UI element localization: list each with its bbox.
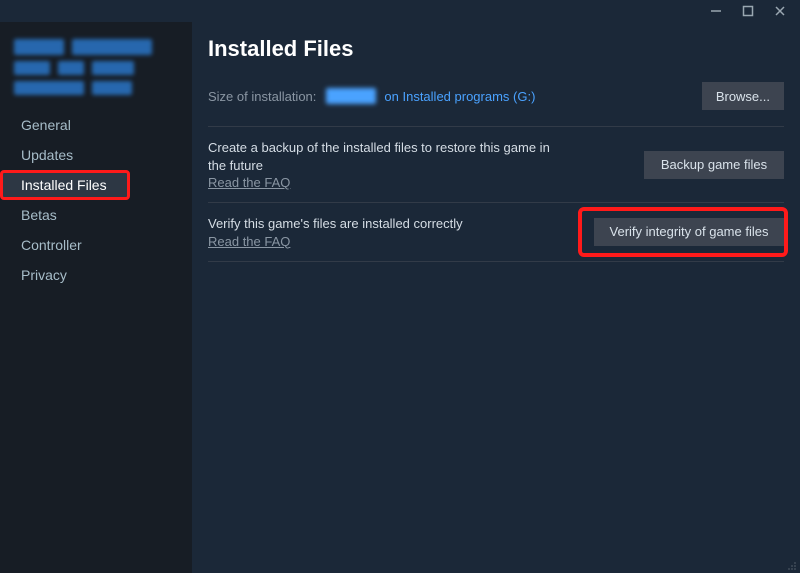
installation-size-info: Size of installation: on Installed progr… [208, 88, 535, 104]
sidebar-item-label: Updates [21, 147, 73, 163]
resize-grip-icon[interactable] [785, 558, 797, 570]
main-panel: Installed Files Size of installation: on… [192, 22, 800, 573]
sidebar-item-installed-files[interactable]: Installed Files [0, 170, 130, 200]
sidebar-item-betas[interactable]: Betas [0, 200, 192, 230]
page-title: Installed Files [208, 36, 784, 62]
backup-faq-link[interactable]: Read the FAQ [208, 175, 290, 190]
backup-section: Create a backup of the installed files t… [208, 126, 784, 202]
sidebar-item-privacy[interactable]: Privacy [0, 260, 192, 290]
backup-description: Create a backup of the installed files t… [208, 139, 568, 175]
titlebar [0, 0, 800, 22]
sidebar-item-updates[interactable]: Updates [0, 140, 192, 170]
sidebar-item-general[interactable]: General [0, 110, 192, 140]
sidebar: General Updates Installed Files Betas Co… [0, 22, 192, 573]
verify-section: Verify this game's files are installed c… [208, 202, 784, 260]
drive-location-link[interactable]: on Installed programs (G:) [384, 89, 535, 104]
sidebar-item-label: Betas [21, 207, 57, 223]
backup-game-files-button[interactable]: Backup game files [644, 151, 784, 179]
installation-size-row: Size of installation: on Installed progr… [208, 82, 784, 110]
divider [208, 261, 784, 262]
content-container: General Updates Installed Files Betas Co… [0, 22, 800, 573]
game-artwork [0, 28, 192, 110]
minimize-button[interactable] [704, 2, 728, 20]
sidebar-item-label: Installed Files [21, 177, 107, 193]
sidebar-item-controller[interactable]: Controller [0, 230, 192, 260]
verify-faq-link[interactable]: Read the FAQ [208, 234, 290, 249]
maximize-button[interactable] [736, 2, 760, 20]
size-value-blurred [326, 88, 376, 104]
sidebar-item-label: Controller [21, 237, 82, 253]
verify-integrity-button[interactable]: Verify integrity of game files [594, 218, 784, 246]
close-button[interactable] [768, 2, 792, 20]
size-label: Size of installation: [208, 89, 316, 104]
sidebar-item-label: Privacy [21, 267, 67, 283]
sidebar-item-label: General [21, 117, 71, 133]
verify-description: Verify this game's files are installed c… [208, 215, 463, 233]
browse-button[interactable]: Browse... [702, 82, 784, 110]
